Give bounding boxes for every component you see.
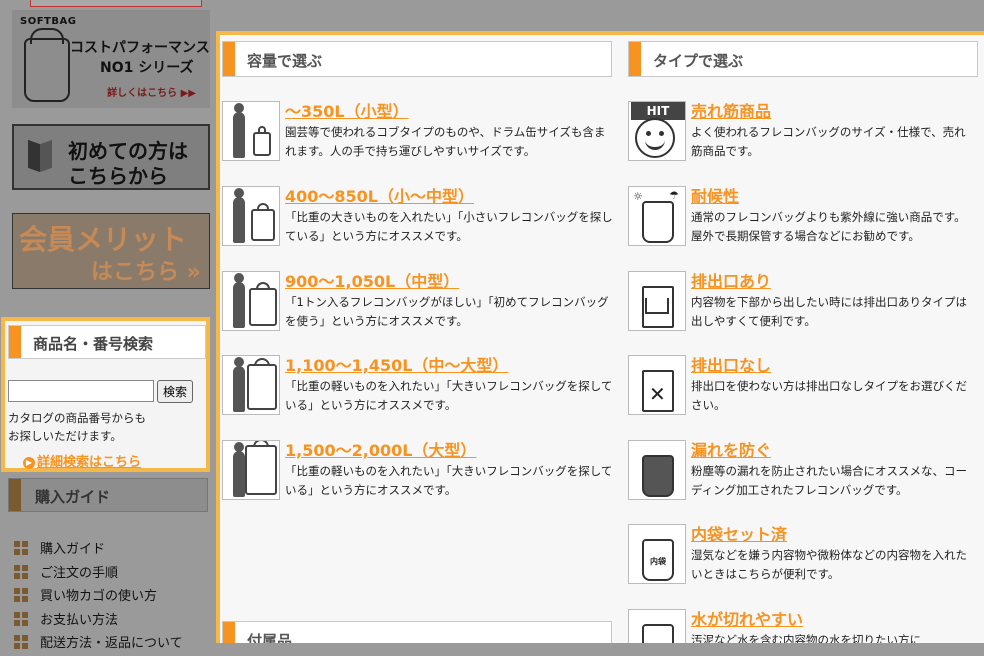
drain-bag-icon [628, 609, 686, 643]
size-compare-icon [222, 271, 280, 331]
capacity-item-desc: 「1トン入るフレコンバッグがほしい」「初めてフレコンバッグを使う」という方にオス… [285, 295, 609, 328]
type-item-title[interactable]: 内袋セット済 [691, 521, 787, 545]
capacity-item-desc: 「比重の大きいものを入れたい」「小さいフレコンバッグを探している」という方にオス… [285, 210, 613, 243]
type-item-title[interactable]: 排出口あり [691, 268, 771, 292]
header-accent-bar [9, 326, 21, 358]
outlet-bag-icon [628, 271, 686, 331]
member-merit-banner[interactable]: 会員メリット はこちら » [12, 213, 210, 289]
header-accent-bar [223, 42, 235, 76]
type-item-title[interactable]: 漏れを防ぐ [691, 437, 771, 461]
type-item-desc: 湿気などを嫌う内容物や微粉体などの内容物を入れたいときはこちらが便利です。 [691, 548, 967, 581]
guide-item-shipping[interactable]: 配送方法・返品について [14, 632, 183, 656]
inner-bag-label: 内袋 [649, 555, 667, 569]
size-compare-icon [222, 101, 280, 161]
beginner-banner[interactable]: 初めての方は こちらから [12, 124, 210, 190]
product-search-box: 商品名・番号検索 検索 カタログの商品番号からも お探しいただけます。 詳細検索… [1, 317, 210, 472]
header-accent-bar [629, 42, 641, 76]
purchase-guide-header: 購入ガイド [8, 478, 208, 512]
softbag-logo: SOFTBAG [20, 16, 77, 27]
type-item-desc: よく使われるフレコンバッグのサイズ・仕様で、売れ筋商品です。 [691, 125, 966, 158]
inner-bag-icon: 内袋 [628, 524, 686, 584]
type-item-desc: 通常のフレコンバッグよりも紫外線に強い商品です。屋外で長期保管する場合などにお勧… [691, 210, 966, 243]
cost-performance-banner[interactable]: SOFTBAG コストパフォーマンス NO1 シリーズ 詳しくはこちら ▶▶ [12, 10, 210, 108]
member-line1: 会員メリット [19, 223, 188, 256]
category-selector-panel: 容量で選ぶ ～350L（小型） 園芸等で使われるコブタイプのものや、ドラム缶サイ… [216, 31, 984, 643]
guide-item-order-steps[interactable]: ご注文の手順 [14, 562, 183, 586]
type-item-title[interactable]: 売れ筋商品 [691, 98, 771, 122]
capacity-title: 容量で選ぶ [247, 52, 323, 70]
capacity-item-desc: 「比重の軽いものを入れたい」「大きいフレコンバッグを探している」という方にオスス… [285, 464, 613, 497]
member-line2: はこちら » [91, 260, 201, 285]
capacity-item-title[interactable]: 900～1,050L（中型） [285, 268, 459, 292]
size-compare-icon [222, 186, 280, 246]
capacity-item-title[interactable]: 1,100～1,450L（中～大型） [285, 352, 508, 376]
type-item-title[interactable]: 耐候性 [691, 183, 739, 207]
banner-more: 詳しくはこちら ▶▶ [107, 88, 196, 99]
size-compare-icon [222, 355, 280, 415]
capacity-section-header: 容量で選ぶ [222, 41, 612, 77]
size-compare-icon [222, 440, 280, 500]
weather-bag-icon: ☼ ☂ [628, 186, 686, 246]
guide-item-purchase-guide[interactable]: 購入ガイド [14, 538, 183, 562]
guide-item-payment[interactable]: お支払い方法 [14, 609, 183, 633]
capacity-item-desc: 園芸等で使われるコブタイプのものや、ドラム缶サイズも含まれます。人の手で持ち運び… [285, 125, 606, 158]
type-item-title[interactable]: 排出口なし [691, 352, 771, 376]
beginner-line2: こちらから [68, 164, 168, 188]
banner-line1: コストパフォーマンス [70, 40, 210, 56]
capacity-item-desc: 「比重の軽いものを入れたい」「大きいフレコンバッグを探している」という方にオスス… [285, 379, 613, 412]
type-section-header: タイプで選ぶ [628, 41, 978, 77]
header-accent-bar [9, 479, 21, 511]
type-item-desc: 汚泥など水を含む内容物の水を切りたい方に [691, 633, 921, 643]
type-item-title[interactable]: 水が切れやすい [691, 606, 803, 630]
coated-bag-icon [628, 440, 686, 500]
accessories-title: 付属品 [247, 632, 293, 643]
guide-item-cart-usage[interactable]: 買い物カゴの使い方 [14, 585, 183, 609]
bag-icon [24, 28, 70, 102]
guide-title: 購入ガイド [35, 488, 111, 506]
capacity-item-title[interactable]: ～350L（小型） [285, 98, 409, 122]
no-outlet-bag-icon: ✕ [628, 355, 686, 415]
search-input[interactable] [8, 380, 154, 402]
top-banner-edge [30, 0, 202, 7]
detail-search-link[interactable]: 詳細検索はこちら [23, 451, 141, 470]
search-title: 商品名・番号検索 [33, 335, 154, 353]
type-item-desc: 排出口を使わない方は排出口なしタイプをお選びください。 [691, 379, 967, 412]
header-accent-bar [223, 622, 235, 643]
hit-smiley-icon: HIT [628, 101, 686, 161]
capacity-item-title[interactable]: 1,500～2,000L（大型） [285, 437, 476, 461]
purchase-guide-list: 購入ガイド ご注文の手順 買い物カゴの使い方 お支払い方法 配送方法・返品につい… [14, 538, 183, 656]
type-title: タイプで選ぶ [653, 52, 744, 70]
type-item-desc: 内容物を下部から出したい時には排出口ありタイプは出しやすくて便利です。 [691, 295, 967, 328]
type-item-desc: 粉塵等の漏れを防止されたい場合にオススメな、コーディング加工されたフレコンバッグ… [691, 464, 967, 497]
search-header: 商品名・番号検索 [8, 325, 206, 359]
banner-line2: NO1 シリーズ [100, 60, 194, 76]
search-button[interactable]: 検索 [157, 380, 193, 403]
search-note: カタログの商品番号からも お探しいただけます。 [8, 411, 146, 443]
capacity-item-title[interactable]: 400～850L（小～中型） [285, 183, 474, 207]
accessories-section-header: 付属品 [222, 621, 612, 643]
